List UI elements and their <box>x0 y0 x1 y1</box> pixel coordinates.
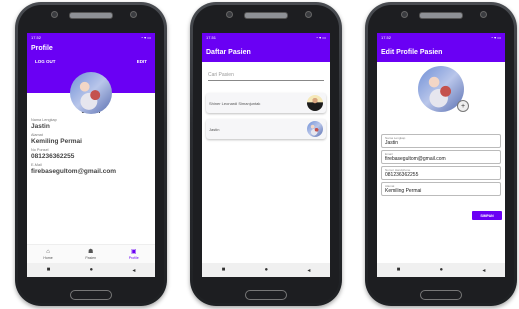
name-field[interactable]: Nama Lengkap Jastin <box>381 134 501 148</box>
list-item[interactable]: Shiner Leonardi Simanjuntak <box>206 93 326 113</box>
email-field[interactable]: Email firebasegultom@gmail.com <box>381 150 501 164</box>
home-system-icon[interactable]: ● <box>89 267 93 273</box>
status-bar: 17.52 ◔ ▾ ▭ <box>27 33 155 42</box>
patient-name: Shiner Leonardi Simanjuntak <box>209 100 261 106</box>
phone-field-value: 081236362255 <box>385 172 419 178</box>
front-camera <box>51 11 58 18</box>
front-camera <box>226 11 233 18</box>
field-value-phone: 081236362255 <box>31 153 75 160</box>
field-label-phone: No Ponsel <box>31 148 49 152</box>
screen: 17.52 ◔ ▾ ▭ Profile LOG OUT EDIT Jastin … <box>27 33 155 277</box>
profile-header: 17.52 ◔ ▾ ▭ Profile LOG OUT EDIT <box>27 33 155 114</box>
address-field[interactable]: Alamat Kemiling Permai <box>381 182 501 196</box>
field-value-email: firebasegultom@gmail.com <box>31 168 117 175</box>
list-item[interactable]: Jastin <box>206 119 326 139</box>
top-bar: 17.52 ◔ ▾ ▭ Edit Profile Pasien <box>377 33 505 62</box>
hardware-home-button[interactable] <box>245 290 287 300</box>
search-input[interactable]: Cari Pasien <box>208 70 324 81</box>
nav-label-pasien: Pasien <box>85 255 97 260</box>
page-title: Edit Profile Pasien <box>377 42 505 62</box>
phone-profile: 17.52 ◔ ▾ ▭ Profile LOG OUT EDIT Jastin … <box>15 2 167 306</box>
system-nav-bar: ■ ● ◂ <box>27 263 155 277</box>
name-field-value: Jastin <box>385 140 399 146</box>
edit-button[interactable]: EDIT <box>137 59 147 64</box>
profile-avatar <box>70 72 112 114</box>
status-bar: 17.52 ◔ ▾ ▭ <box>377 33 505 42</box>
profile-icon: ▣ <box>130 248 137 255</box>
status-bar: 17.51 ◔ ▾ ▭ <box>202 33 330 42</box>
nav-item-pasien[interactable]: ☗ Pasien <box>85 249 96 260</box>
phone-patient-list: 17.51 ◔ ▾ ▭ Daftar Pasien Cari Pasien Sh… <box>190 2 342 306</box>
change-photo-icon[interactable]: + <box>457 100 469 112</box>
patient-icon: ☗ <box>88 248 94 255</box>
system-nav-bar: ■ ● ◂ <box>202 263 330 277</box>
patient-avatar <box>307 95 323 111</box>
field-label-email: E-Mail <box>31 163 42 167</box>
speaker-grille <box>69 12 113 19</box>
patient-avatar <box>307 121 323 137</box>
back-icon[interactable]: ◂ <box>307 267 310 274</box>
bottom-navigation: ⌂ Home ☗ Pasien ▣ Profile <box>27 244 155 263</box>
status-time: 17.52 <box>31 35 42 40</box>
home-icon: ⌂ <box>46 248 50 255</box>
email-field-value: firebasegultom@gmail.com <box>385 156 446 162</box>
field-label-address: Alamat <box>31 133 43 137</box>
home-system-icon[interactable]: ● <box>264 267 268 273</box>
nav-label-profile: Profile <box>128 255 139 260</box>
page-title: Daftar Pasien <box>202 42 330 62</box>
recent-apps-icon[interactable]: ■ <box>397 267 401 273</box>
speaker-grille <box>244 12 288 19</box>
back-icon[interactable]: ◂ <box>132 267 135 274</box>
nav-item-home[interactable]: ⌂ Home <box>43 249 52 260</box>
hardware-home-button[interactable] <box>420 290 462 300</box>
field-value-name: Jastin <box>31 123 50 130</box>
back-icon[interactable]: ◂ <box>482 267 485 274</box>
top-bar: 17.51 ◔ ▾ ▭ Daftar Pasien <box>202 33 330 62</box>
phone-edit-profile: 17.52 ◔ ▾ ▭ Edit Profile Pasien + Nama L… <box>365 2 517 306</box>
logout-button[interactable]: LOG OUT <box>35 59 56 64</box>
hardware-home-button[interactable] <box>70 290 112 300</box>
nav-item-profile[interactable]: ▣ Profile <box>129 249 139 260</box>
screen: 17.51 ◔ ▾ ▭ Daftar Pasien Cari Pasien Sh… <box>202 33 330 277</box>
speaker-grille <box>419 12 463 19</box>
system-nav-bar: ■ ● ◂ <box>377 263 505 277</box>
status-time: 17.52 <box>381 35 392 40</box>
sensor <box>130 11 137 18</box>
recent-apps-icon[interactable]: ■ <box>47 267 51 273</box>
status-icons: ◔ ▾ ▭ <box>140 35 151 40</box>
front-camera <box>401 11 408 18</box>
sensor <box>305 11 312 18</box>
profile-fields: Nama Lengkap Jastin Alamat Kemiling Perm… <box>27 118 155 175</box>
patient-name: Jastin <box>209 126 220 132</box>
phone-field[interactable]: Nomor Handphone 081236362255 <box>381 166 501 180</box>
nav-label-home: Home <box>43 255 53 260</box>
status-icons: ◔ ▾ ▭ <box>315 35 326 40</box>
status-icons: ◔ ▾ ▭ <box>490 35 501 40</box>
field-label-name: Nama Lengkap <box>31 118 57 122</box>
status-time: 17.51 <box>206 35 217 40</box>
avatar-section: + <box>377 62 505 132</box>
recent-apps-icon[interactable]: ■ <box>222 267 226 273</box>
home-system-icon[interactable]: ● <box>439 267 443 273</box>
save-button[interactable]: SIMPAN <box>472 211 502 220</box>
field-value-address: Kemiling Permai <box>31 138 82 145</box>
screen: 17.52 ◔ ▾ ▭ Edit Profile Pasien + Nama L… <box>377 33 505 277</box>
address-field-value: Kemiling Permai <box>385 188 422 194</box>
page-title: Profile <box>31 45 53 52</box>
sensor <box>480 11 487 18</box>
